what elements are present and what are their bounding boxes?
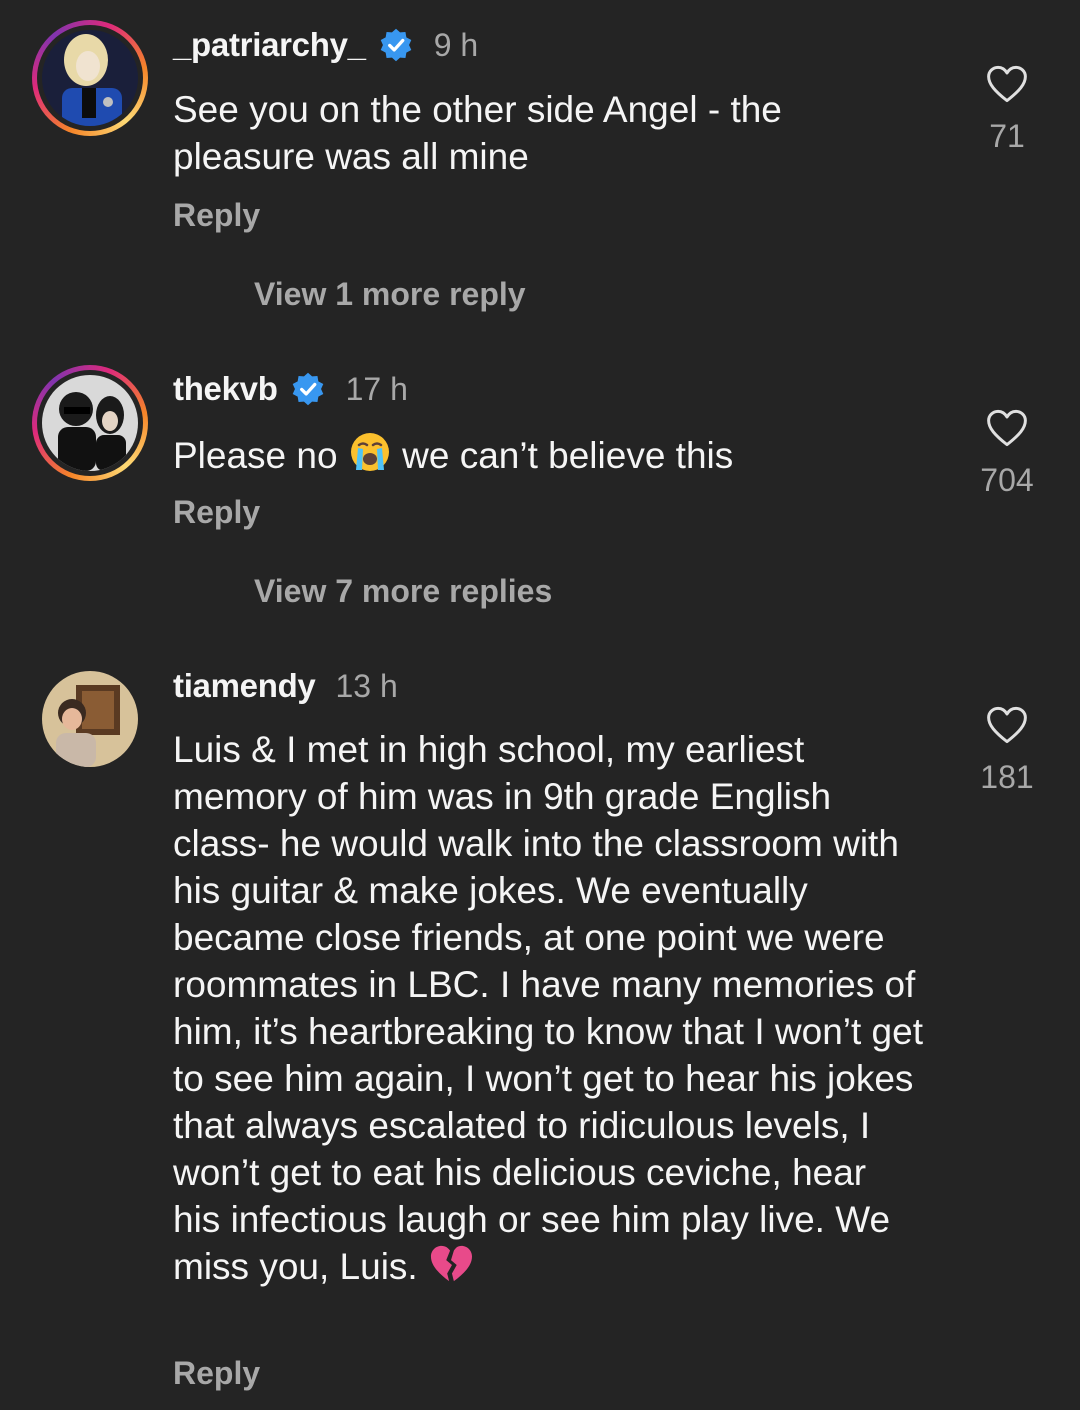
comment-text: Please no we can’t believe this [173, 430, 933, 479]
like-count: 181 [980, 759, 1034, 795]
loudly-crying-face-icon [350, 433, 389, 471]
verified-badge-icon [292, 372, 323, 406]
reply-button[interactable]: Reply [173, 1355, 260, 1392]
comment-text: Luis & I met in high school, my earliest… [173, 726, 923, 1290]
view-more-replies-button[interactable]: View 7 more replies [254, 573, 552, 610]
like-count: 704 [980, 462, 1034, 498]
heart-icon[interactable] [986, 64, 1028, 104]
heart-icon[interactable] [986, 705, 1028, 745]
like-count: 71 [989, 118, 1025, 154]
comment-text: See you on the other side Angel - the pl… [173, 89, 782, 177]
comment-timestamp: 17 h [345, 370, 408, 407]
heart-icon[interactable] [986, 408, 1028, 448]
comment-username[interactable]: thekvb [173, 370, 278, 408]
avatar-tiamendy[interactable] [42, 671, 138, 767]
comment-username[interactable]: tiamendy [173, 667, 316, 705]
broken-heart-icon [430, 1245, 472, 1282]
avatar-patriarchy[interactable] [32, 20, 148, 136]
verified-badge-icon [380, 28, 411, 62]
comment-username[interactable]: _patriarchy_ [173, 26, 366, 64]
comment-text-body: Luis & I met in high school, my earliest… [173, 729, 923, 1287]
avatar-thekvb[interactable] [32, 365, 148, 481]
reply-button[interactable]: Reply [173, 494, 260, 531]
like-control: 181 [965, 705, 1049, 796]
reply-button[interactable]: Reply [173, 197, 260, 234]
comment-text-before: Please no [173, 435, 338, 476]
like-control: 71 [965, 64, 1049, 155]
comment-timestamp: 9 h [433, 26, 479, 63]
comment-timestamp: 13 h [335, 667, 398, 704]
like-control: 704 [965, 408, 1049, 499]
view-more-replies-button[interactable]: View 1 more reply [254, 276, 526, 313]
comment-text-after: we can’t believe this [402, 435, 734, 476]
